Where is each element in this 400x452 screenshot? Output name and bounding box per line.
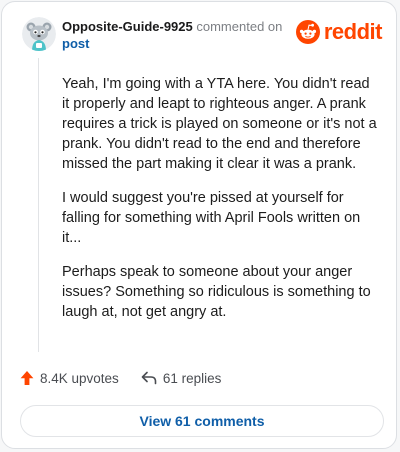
thread-line[interactable] [38, 58, 39, 352]
snoo-avatar-icon[interactable] [22, 17, 56, 51]
action-text: commented on [196, 19, 283, 34]
reddit-logo[interactable]: reddit [295, 19, 383, 44]
reply-arrow-icon [141, 371, 157, 385]
reddit-alien-icon [295, 20, 320, 44]
comment-paragraph: Perhaps speak to someone about your ange… [62, 264, 371, 320]
comment-card: Opposite-Guide-9925 commented on post re… [1, 1, 397, 449]
post-link[interactable]: post [62, 36, 89, 51]
comment-paragraph: I would suggest you're pissed at yoursel… [62, 190, 361, 246]
comment-stats: 8.4K upvotes 61 replies [20, 370, 221, 386]
comment-body: Yeah, I'm going with a YTA here. You did… [62, 74, 380, 336]
comment-paragraph: Yeah, I'm going with a YTA here. You did… [62, 76, 377, 172]
upvotes-stat[interactable]: 8.4K upvotes [20, 370, 119, 386]
upvotes-count: 8.4K upvotes [40, 370, 119, 386]
username-link[interactable]: Opposite-Guide-9925 [62, 19, 193, 34]
reddit-wordmark: reddit [323, 19, 383, 44]
replies-stat[interactable]: 61 replies [141, 370, 222, 386]
upvote-arrow-icon [20, 371, 34, 385]
comment-header: Opposite-Guide-9925 commented on post [62, 18, 302, 52]
view-comments-button[interactable]: View 61 comments [20, 405, 384, 437]
replies-count: 61 replies [162, 370, 222, 386]
